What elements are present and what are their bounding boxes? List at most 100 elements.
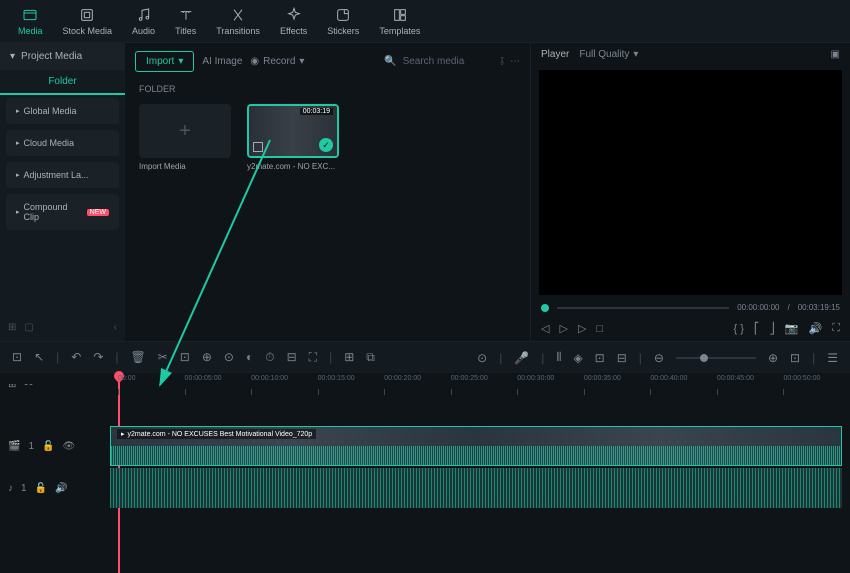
check-icon: ✓ <box>319 138 333 152</box>
ruler-tick: 00:00 <box>118 375 185 382</box>
pointer-icon[interactable]: ↖ <box>34 350 44 365</box>
mute-icon[interactable]: 🔊 <box>55 483 67 494</box>
mark-in-icon[interactable]: ⎡ <box>754 322 760 335</box>
tab-effects[interactable]: Effects <box>270 2 317 40</box>
brackets-icon[interactable]: { } <box>733 323 743 335</box>
sidebar-item-global-media[interactable]: ▸ Global Media <box>6 98 119 124</box>
sidebar-item-compound-clip[interactable]: ▸Compound ClipNEW <box>6 194 119 230</box>
plus-icon: + <box>179 120 191 143</box>
project-media-header[interactable]: ▾ Project Media <box>0 43 125 70</box>
link-icon[interactable]: ⧉ <box>366 350 375 365</box>
media-clip-tile[interactable]: 00:03:19 ✓ y2mate.com - NO EXC... <box>247 104 339 171</box>
quality-dropdown[interactable]: Full Quality ▾ <box>579 49 638 60</box>
sidebar-item-label: Adjustment La... <box>24 170 89 180</box>
speed-icon[interactable]: ⊙ <box>224 350 234 365</box>
audio-track-icon[interactable]: ♪ <box>8 483 13 494</box>
camera-icon[interactable]: 📷 <box>785 322 799 335</box>
stickers-icon <box>334 6 352 24</box>
tool-icon[interactable]: ⊡ <box>595 351 605 365</box>
prev-frame-icon[interactable]: ◁ <box>541 322 549 335</box>
volume-icon[interactable]: 🔊 <box>809 322 823 335</box>
record-dot-icon: ◉ <box>250 56 259 67</box>
sidebar-item-adjustment[interactable]: ▸Adjustment La... <box>6 162 119 188</box>
chevron-down-icon: ▾ <box>633 49 638 60</box>
record-button[interactable]: ◉Record▾ <box>250 56 304 67</box>
stock-icon <box>78 6 96 24</box>
next-frame-icon[interactable]: ▷ <box>578 322 586 335</box>
preview-viewport[interactable] <box>539 70 842 295</box>
mic-icon[interactable]: 🎤 <box>514 351 529 365</box>
tab-templates[interactable]: Templates <box>369 2 430 40</box>
lock-icon[interactable]: 🔓 <box>35 483 47 494</box>
chevron-right-icon: ▸ <box>16 107 20 115</box>
delete-icon[interactable]: 🗑 <box>131 350 146 365</box>
text-icon[interactable]: ⊕ <box>202 350 212 365</box>
import-label: Import <box>146 56 174 67</box>
sidebar: ▾ Project Media Folder ▸ Global Media ▸Cl… <box>0 43 125 341</box>
zoom-fit-icon[interactable]: ⊡ <box>790 351 800 365</box>
tab-audio[interactable]: Audio <box>122 2 165 40</box>
group-icon[interactable]: ⊞ <box>344 350 354 365</box>
filter-icon[interactable]: ⫱ <box>500 56 504 67</box>
sidebar-item-cloud-media[interactable]: ▸Cloud Media <box>6 130 119 156</box>
timer-icon[interactable]: ⏱ <box>265 350 274 365</box>
stop-icon[interactable]: □ <box>596 323 603 335</box>
tab-transitions[interactable]: Transitions <box>206 2 270 40</box>
folder-section-label: FOLDER <box>125 80 530 98</box>
new-folder-icon[interactable]: ⊞ <box>8 322 16 333</box>
lock-icon[interactable]: 🔓 <box>42 441 54 452</box>
scrub-track[interactable] <box>557 307 729 309</box>
marker-icon[interactable]: ◈ <box>573 351 582 365</box>
ai-image-button[interactable]: AI Image <box>202 56 242 67</box>
tab-stock-media[interactable]: Stock Media <box>53 2 123 40</box>
eye-icon[interactable]: 👁 <box>62 441 75 452</box>
chevron-down-icon: ▾ <box>299 56 304 67</box>
scrubber[interactable]: 00:00:00:00 / 00:03:19:15 <box>531 299 850 316</box>
play-icon[interactable]: ▷ <box>559 322 567 335</box>
chevron-right-icon: ▸ <box>16 208 20 216</box>
tool2-icon[interactable]: ⊟ <box>617 351 627 365</box>
tab-label: Effects <box>280 26 307 36</box>
audio-track-body[interactable] <box>110 468 842 508</box>
tab-media[interactable]: Media <box>8 2 53 40</box>
tab-titles[interactable]: Titles <box>165 2 206 40</box>
crop-icon[interactable]: ⊡ <box>180 350 190 365</box>
undo-icon[interactable]: ↶ <box>71 350 81 365</box>
fit-icon[interactable]: ⛶ <box>309 350 317 365</box>
folder-tab[interactable]: Folder <box>0 70 125 95</box>
sidebar-item-label: Global Media <box>24 106 77 116</box>
mixer-icon[interactable]: ⫴ <box>556 350 561 365</box>
quality-label: Full Quality <box>579 49 629 60</box>
redo-icon[interactable]: ↷ <box>93 350 103 365</box>
cut-icon[interactable]: ✂ <box>158 350 168 365</box>
import-button[interactable]: Import ▾ <box>135 51 194 72</box>
scrub-handle[interactable] <box>541 304 549 312</box>
preview-icon[interactable]: ⊙ <box>477 351 487 365</box>
chevron-down-icon: ▾ <box>178 56 183 67</box>
ruler-tick: 00:00:35:00 <box>584 375 651 382</box>
video-track-body[interactable]: ▸y2mate.com - NO EXCUSES Best Motivation… <box>110 426 842 466</box>
import-media-tile[interactable]: + Import Media <box>139 104 231 171</box>
mark-out-icon[interactable]: ⎦ <box>769 322 775 335</box>
search-input[interactable]: Search media <box>403 56 465 67</box>
adjust-icon[interactable]: ⊟ <box>287 350 297 365</box>
select-icon[interactable]: ⊡ <box>12 350 22 365</box>
video-clip[interactable]: ▸y2mate.com - NO EXCUSES Best Motivation… <box>110 426 842 466</box>
tab-label: Media <box>18 26 43 36</box>
snapshot-icon[interactable]: ▣ <box>831 49 840 60</box>
time-ruler[interactable]: 00:00 00:00:05:00 00:00:10:00 00:00:15:0… <box>0 373 850 384</box>
ruler-tick: 00:00:40:00 <box>650 375 717 382</box>
fullscreen-icon[interactable]: ⛶ <box>832 322 840 335</box>
zoom-in-icon[interactable]: ⊕ <box>768 351 778 365</box>
top-nav: Media Stock Media Audio Titles Transitio… <box>0 0 850 43</box>
more-icon[interactable]: ⋯ <box>510 56 520 67</box>
zoom-out-icon[interactable]: ⊖ <box>654 351 664 365</box>
tab-stickers[interactable]: Stickers <box>317 2 369 40</box>
menu-icon[interactable]: ☰ <box>827 351 838 365</box>
video-track-icon[interactable]: 🎬 <box>8 441 20 452</box>
color-icon[interactable]: ◐ <box>246 350 253 365</box>
zoom-slider[interactable] <box>676 357 756 359</box>
aspect-icon <box>253 142 263 152</box>
collapse-icon[interactable]: ‹ <box>114 322 117 333</box>
folder-icon[interactable]: ▢ <box>24 322 33 333</box>
